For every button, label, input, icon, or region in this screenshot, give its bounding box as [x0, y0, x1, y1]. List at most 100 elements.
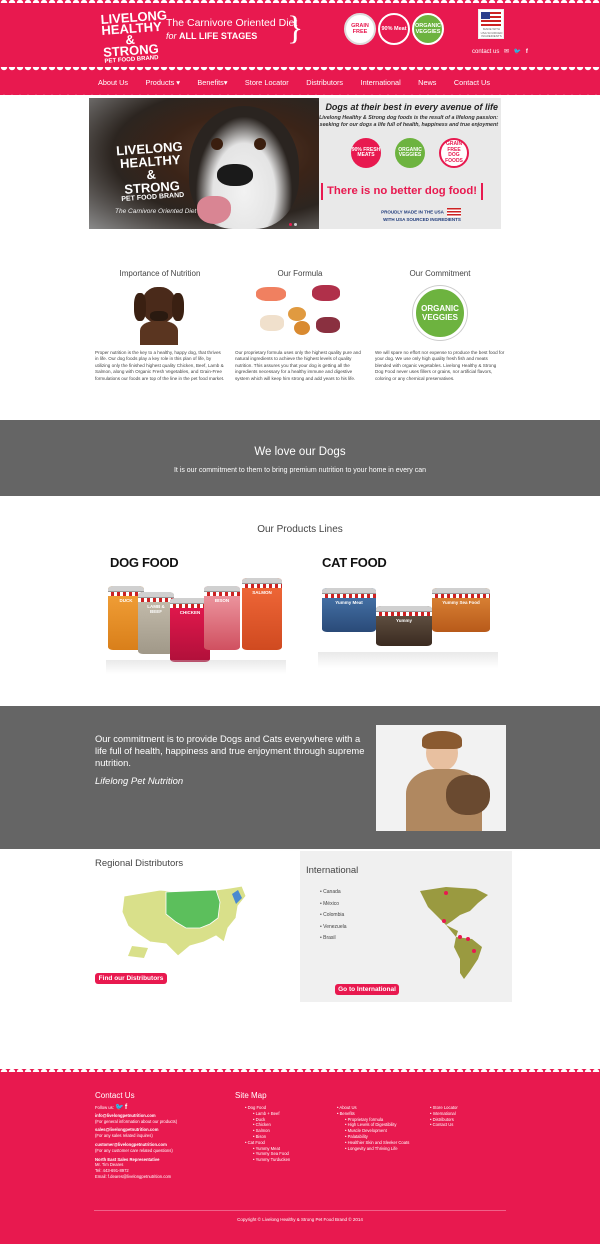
twitter-icon[interactable]: 🐦: [115, 1104, 124, 1111]
sitemap-link[interactable]: Contact Us: [430, 1122, 500, 1128]
slider-dot[interactable]: [294, 223, 297, 226]
organic-veggies-label: ORGANIC VEGGIES: [421, 304, 459, 322]
can-yummy[interactable]: Yummy: [376, 606, 432, 646]
can-yummy-seafood[interactable]: Yummy Sea Food: [432, 588, 490, 632]
slider-dots[interactable]: [289, 213, 301, 226]
feature-title-formula: Our Formula: [277, 269, 323, 278]
mission-section: Our commitment is to provide Dogs and Ca…: [0, 706, 600, 849]
americas-map[interactable]: [416, 885, 492, 981]
sitemap-link[interactable]: Longevity and Thriving Life: [337, 1146, 427, 1152]
can-label: Yummy: [395, 618, 412, 623]
regional-title: Regional Distributors: [95, 858, 184, 869]
email-icon[interactable]: ✉: [504, 49, 509, 55]
footer-sitemap-col-2: About UsBenefitsProprietary formulaHigh …: [337, 1105, 427, 1151]
main-nav: About Us Products ▾ Benefits▾ Store Loca…: [92, 74, 496, 91]
meat-badge: 90% Meat: [378, 13, 410, 45]
nav-products[interactable]: Products ▾: [139, 78, 186, 87]
footer-divider: [94, 1210, 506, 1211]
country-item[interactable]: Brasil: [320, 933, 347, 945]
made-in-label: PROUDLY MADE IN THE USA: [381, 209, 444, 215]
nav-distributors[interactable]: Distributors: [300, 78, 349, 87]
hero-text: Livelong Healthy & Strong dog foods is t…: [319, 115, 498, 128]
can-yummy-meat[interactable]: Yummy Meat: [322, 588, 376, 632]
made-in-usa: PROUDLY MADE IN THE USA WITH USA SOURCED…: [377, 208, 467, 224]
copyright: Copyright © Livelong Healthy & Strong Pe…: [237, 1217, 363, 1222]
footer-sitemap: Site Map Dog FoodLamb + BeefDuckChickenS…: [235, 1091, 335, 1163]
contact-us-link[interactable]: contact us: [472, 49, 499, 55]
tagline-line2: for ALL LIFE STAGES: [166, 31, 290, 41]
hero-subtitle: The Carnivore Oriented Diet: [115, 208, 197, 215]
grain-free-badge: GRAIN FREE: [344, 13, 376, 45]
sitemap-title: Site Map: [235, 1091, 267, 1100]
dog-nose: [217, 164, 253, 186]
follow-label: Follow us:: [95, 1105, 114, 1110]
feature-title-nutrition: Importance of Nutrition: [119, 269, 201, 278]
contact-note: (For any customer care related questions…: [95, 1147, 173, 1153]
nav-news[interactable]: News: [412, 78, 442, 87]
can-label: Yummy Meat: [335, 600, 363, 605]
flag-caption: MADE WITH USA SOURCED INGREDIENTS: [480, 27, 503, 38]
love-section: We love our Dogs It is our commitment to…: [0, 420, 600, 496]
twitter-icon[interactable]: 🐦: [514, 49, 521, 55]
contact-email-customer[interactable]: customer@livelongpetnutrition.com: [95, 1142, 167, 1147]
country-item[interactable]: Venezuela: [320, 922, 346, 934]
hero-slogan: There is no better dog food!: [321, 183, 483, 200]
fresh-meats-badge: 90% FRESH MEATS: [351, 138, 381, 168]
rep-email[interactable]: Email: f.deares@livelongpetnutrition.com: [95, 1174, 225, 1180]
boy-with-dog-photo: [376, 725, 506, 831]
usa-flag-icon: [446, 208, 461, 217]
hero-banner[interactable]: LIVELONG HEALTHY & STRONG PET FOOD BRAND…: [89, 98, 501, 229]
tagline-line1: The Carnivore Oriented Diet: [166, 17, 298, 29]
country-item[interactable]: Canada: [320, 887, 347, 899]
nav-about-us[interactable]: About Us: [92, 78, 134, 87]
dog-food-heading[interactable]: DOG FOOD: [110, 555, 179, 570]
us-map[interactable]: [120, 884, 250, 962]
cat-food-cans[interactable]: Yummy Meat Yummy Yummy Sea Food: [318, 586, 498, 676]
nav-store-locator[interactable]: Store Locator: [239, 78, 295, 87]
contact-email-info[interactable]: info@livelongpetnutrition.com: [95, 1113, 156, 1118]
badge-label: GRAIN FREE: [351, 23, 369, 35]
header-top-scallop: [0, 0, 600, 3]
facebook-icon[interactable]: f: [526, 49, 528, 55]
sourced-label: WITH USA SOURCED INGREDIENTS: [383, 217, 461, 222]
header-contact: contact us ✉ 🐦 f: [469, 48, 528, 55]
facebook-icon[interactable]: f: [125, 1104, 127, 1111]
country-item[interactable]: México: [320, 899, 347, 911]
contact-email-sales[interactable]: sales@livelongpetnutrition.com: [95, 1127, 158, 1132]
chevron-down-icon: ▾: [223, 78, 228, 87]
hero-badge-label: GRAIN FREE DOG FOODS: [445, 141, 463, 164]
can-label: Yummy Sea Food: [442, 600, 480, 605]
dog-food-cans[interactable]: DUCK LAMB & BEEF CHICKEN BISON SALMON: [106, 578, 286, 678]
rep-title: North East Sales Representative: [95, 1156, 160, 1162]
sitemap-link[interactable]: Yummy Turducken: [245, 1157, 335, 1163]
contact-note: (For general information about our produ…: [95, 1118, 178, 1124]
can-bison[interactable]: BISON: [204, 586, 240, 650]
usa-flag-icon: MADE WITH USA SOURCED INGREDIENTS: [478, 9, 504, 39]
can-salmon[interactable]: SALMON: [242, 578, 282, 650]
mission-signature: Lifelong Pet Nutrition: [95, 776, 184, 787]
can-lamb-beef[interactable]: LAMB & BEEF: [138, 592, 174, 654]
puppy-image: [132, 285, 186, 345]
nav-international[interactable]: International: [355, 78, 407, 87]
international-title: International: [306, 865, 359, 876]
site-header: LIVELONG HEALTHY & STRONG PET FOOD BRAND…: [0, 0, 600, 98]
go-to-international-button[interactable]: Go to International: [335, 984, 399, 995]
badge-label: ORGANIC VEGGIES: [415, 23, 441, 35]
brace-decoration: }: [287, 10, 304, 47]
nav-top-scallop: [0, 67, 600, 73]
cat-food-heading[interactable]: CAT FOOD: [322, 555, 387, 570]
hero-logo: LIVELONG HEALTHY & STRONG PET FOOD BRAND: [113, 139, 189, 205]
nav-contact-us[interactable]: Contact Us: [448, 78, 496, 87]
country-item[interactable]: Colombia: [320, 910, 347, 922]
organic-veggies-icon: ORGANIC VEGGIES: [413, 286, 467, 340]
find-distributors-button[interactable]: Find our Distributors: [95, 973, 167, 984]
nav-benefits[interactable]: Benefits▾: [191, 78, 233, 87]
slider-dot[interactable]: [289, 223, 292, 226]
feature-title-commitment: Our Commitment: [409, 269, 471, 278]
grain-free-badge: GRAIN FREE DOG FOODS: [439, 138, 469, 168]
feature-text-formula: Our proprietary formula uses only the hi…: [235, 350, 361, 381]
tagline-prefix: for: [166, 31, 177, 41]
sitemap-col-3: Store LocatorInternationalDistributorsCo…: [430, 1105, 500, 1128]
site-logo[interactable]: LIVELONG HEALTHY & STRONG PET FOOD BRAND: [100, 7, 167, 66]
footer-contact-title: Contact Us: [95, 1091, 135, 1100]
